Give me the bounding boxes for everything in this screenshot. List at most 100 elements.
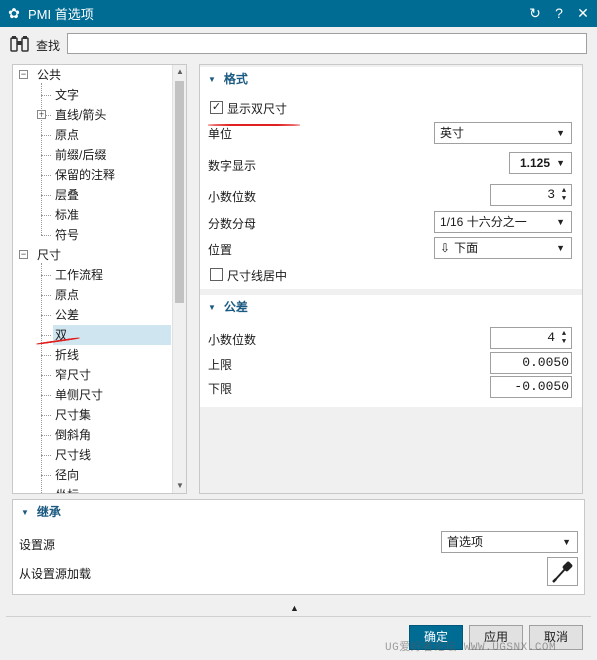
inherit-group: ▼ 继承 设置源 首选项 ▼ 从设置源加载 — [12, 499, 585, 595]
tree-connector — [41, 355, 51, 356]
collapse-minus-icon[interactable]: − — [19, 250, 28, 259]
inherit-group-header[interactable]: ▼ 继承 — [13, 500, 584, 524]
tol-decimals-stepper[interactable]: 4 ▲ ▼ — [490, 327, 572, 349]
tree-item-label: 公差 — [55, 308, 80, 322]
tree-connector — [41, 95, 51, 96]
tree-item[interactable]: 倒斜角 — [53, 425, 95, 445]
collapse-minus-icon[interactable]: − — [19, 70, 28, 79]
gear-icon: ✿ — [8, 5, 20, 21]
tree-connector — [41, 395, 51, 396]
tree-item[interactable]: 径向 — [53, 465, 83, 485]
settings-panel: ▼ 格式 ✓ 显示双尺寸 单位 英寸 ▼ 数字显示 1.125 ▼ 小数位数 3 ▲ ▼… — [199, 64, 583, 494]
fraction-denominator-select[interactable]: 1/16 十六分之一 ▼ — [434, 211, 572, 233]
numeric-display-select[interactable]: 1.125 ▼ — [509, 152, 572, 174]
decimals-label: 小数位数 — [208, 190, 257, 204]
settings-source-select[interactable]: 首选项 ▼ — [441, 531, 578, 553]
tree-item-label: 直线/箭头 — [55, 108, 107, 122]
tree-item[interactable]: 标准 — [53, 205, 83, 225]
title-bar: ✿ PMI 首选项 ↻ ? ✕ — [0, 0, 597, 27]
load-from-source-button[interactable] — [547, 557, 578, 586]
tree-item[interactable]: 工作流程 — [53, 265, 107, 285]
tree-item[interactable]: 原点 — [53, 125, 83, 145]
tree-item-label: 尺寸集 — [55, 408, 92, 422]
tree-item[interactable]: 尺寸集 — [53, 405, 95, 425]
load-from-source-label: 从设置源加载 — [19, 567, 92, 581]
inherit-group-title: 继承 — [36, 505, 61, 519]
tree-connector — [41, 155, 51, 156]
fraction-denominator-label: 分数分母 — [208, 217, 257, 231]
scroll-down-icon[interactable]: ▼ — [173, 479, 186, 493]
unit-label: 单位 — [208, 127, 233, 141]
scroll-thumb[interactable] — [175, 81, 184, 303]
tree-connector — [41, 375, 51, 376]
window-title: PMI 首选项 — [28, 7, 94, 22]
decimals-stepper[interactable]: 3 ▲ ▼ — [490, 184, 572, 206]
search-label: 查找 — [36, 39, 61, 53]
tree-item[interactable]: 前缀/后缀 — [53, 145, 110, 165]
tolerance-group-header[interactable]: ▼ 公差 — [200, 295, 582, 319]
search-row: 查找 — [0, 27, 597, 60]
tree-item[interactable]: 双 — [53, 325, 171, 345]
tree-item-label: 工作流程 — [55, 268, 104, 282]
tree-connector — [41, 275, 51, 276]
tree-item[interactable]: 原点 — [53, 285, 83, 305]
tree-item-label: 前缀/后缀 — [55, 148, 107, 162]
tree-item-label: 符号 — [55, 228, 80, 242]
tree-item[interactable]: 保留的注释 — [53, 165, 119, 185]
chevron-down-icon: ▼ — [556, 217, 565, 227]
lower-limit-label: 下限 — [208, 382, 233, 396]
tree-item-label: 窄尺寸 — [55, 368, 92, 382]
tree-item-label: 标准 — [55, 208, 80, 222]
center-dim-line-checkbox[interactable] — [210, 268, 223, 281]
tree-item[interactable]: 尺寸线 — [53, 445, 95, 465]
spin-arrows-icon[interactable]: ▲ ▼ — [559, 330, 569, 346]
chevron-down-icon: ▼ — [556, 243, 565, 253]
help-icon[interactable]: ? — [551, 4, 567, 22]
lower-limit-input[interactable]: -0.0050 — [490, 376, 572, 398]
collapse-up-icon[interactable]: ▲ — [290, 603, 299, 613]
chevron-down-icon: ▼ — [556, 128, 565, 138]
red-annotation-underline — [208, 124, 300, 126]
tree-item-label: 保留的注释 — [55, 168, 116, 182]
show-dual-label: 显示双尺寸 — [227, 102, 288, 116]
tree-item[interactable]: 窄尺寸 — [53, 365, 95, 385]
center-dim-line-label: 尺寸线居中 — [227, 269, 288, 283]
tree-category[interactable]: 公共 — [35, 65, 65, 85]
tree-item[interactable]: 层叠 — [53, 185, 83, 205]
tree-item[interactable]: 坐标 — [53, 485, 83, 493]
close-icon[interactable]: ✕ — [575, 4, 591, 22]
tree-item-label: 层叠 — [55, 188, 80, 202]
tree-item[interactable]: 折线 — [53, 345, 83, 365]
tree-connector — [41, 295, 51, 296]
collapse-triangle-icon: ▼ — [208, 302, 216, 312]
unit-select[interactable]: 英寸 ▼ — [434, 122, 572, 144]
unit-value: 英寸 — [440, 126, 465, 140]
tree-connector — [41, 235, 51, 236]
tree-connector — [41, 175, 51, 176]
position-select[interactable]: ⇩ 下面 ▼ — [434, 237, 572, 259]
upper-limit-input[interactable]: 0.0050 — [490, 352, 572, 374]
tree-item[interactable]: 单侧尺寸 — [53, 385, 107, 405]
binoculars-icon[interactable] — [10, 35, 30, 53]
tree-category[interactable]: 尺寸 — [35, 245, 65, 265]
search-input[interactable] — [67, 33, 587, 54]
tree-connector — [41, 335, 51, 336]
chevron-down-icon: ▼ — [562, 537, 571, 547]
tree-connector — [41, 455, 51, 456]
scroll-up-icon[interactable]: ▲ — [173, 65, 186, 79]
format-group-header[interactable]: ▼ 格式 — [200, 67, 582, 91]
position-value: 下面 — [454, 241, 479, 255]
show-dual-checkbox[interactable]: ✓ — [210, 101, 223, 114]
tree-item[interactable]: 直线/箭头 — [53, 105, 110, 125]
tree-connector — [41, 415, 51, 416]
tree-item[interactable]: 文字 — [53, 85, 83, 105]
reset-icon[interactable]: ↻ — [527, 4, 543, 22]
arrow-down-icon: ⇩ — [440, 241, 451, 255]
tree-connector — [41, 475, 51, 476]
tree-scrollbar[interactable]: ▲ ▼ — [172, 65, 186, 493]
tree-item[interactable]: 符号 — [53, 225, 83, 245]
spin-arrows-icon[interactable]: ▲ ▼ — [559, 187, 569, 203]
watermark: UG爱好者论坛 WWW.UGSNX.COM — [385, 642, 557, 654]
tree-item-label: 尺寸 — [37, 248, 62, 262]
tree-item[interactable]: 公差 — [53, 305, 83, 325]
